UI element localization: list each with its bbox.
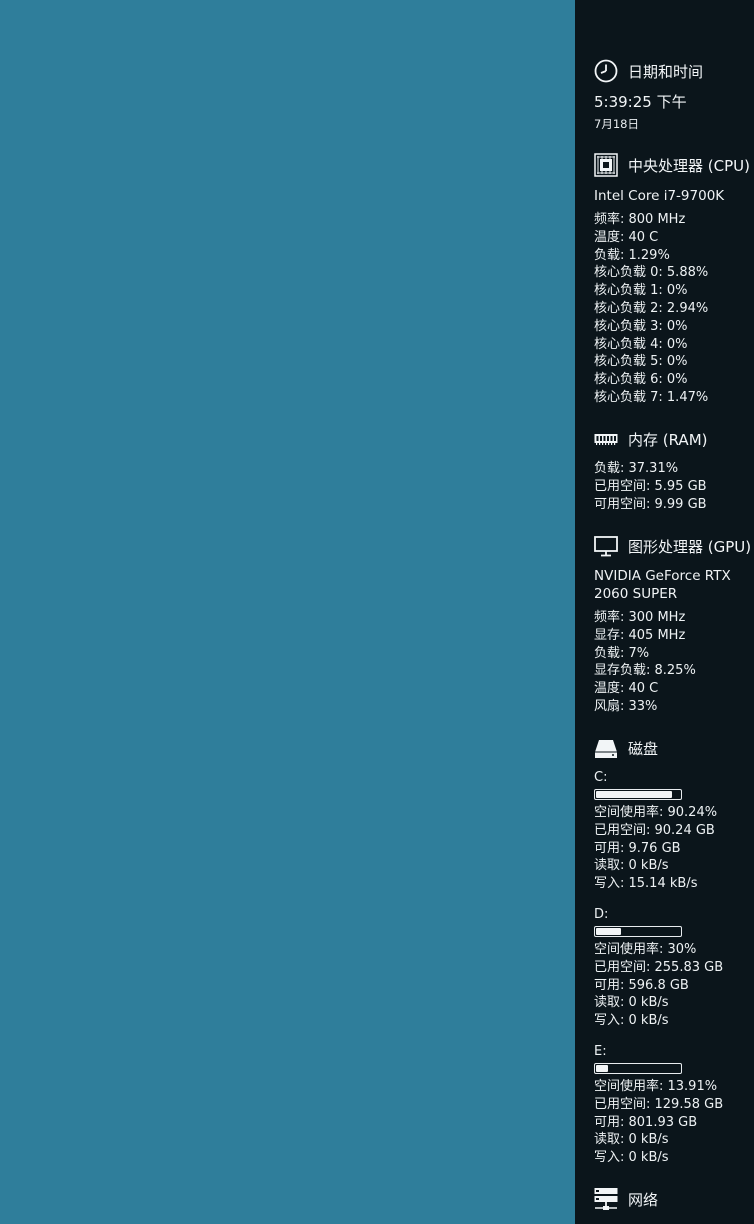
cpu-chip-icon	[594, 152, 620, 178]
cpu-stat-line: 核心负载 4: 0%	[594, 336, 688, 352]
gpu-stat-line: 负载: 7%	[594, 645, 650, 661]
drive-usage-bar-fill	[596, 927, 621, 935]
cpu-title: 中央处理器 (CPU)	[628, 156, 750, 175]
drive-stat-line: 已用空间: 129.58 GB	[594, 1096, 724, 1112]
cpu-section: 中央处理器 (CPU) Intel Core i7-9700K 频率: 800 …	[594, 152, 754, 407]
gpu-stat-line: 风扇: 33%	[594, 698, 658, 714]
drive-usage-bar	[594, 1062, 682, 1074]
network-header[interactable]: 网络	[594, 1186, 754, 1212]
drive-label: D:	[594, 906, 609, 922]
hard-drive-icon	[594, 735, 620, 761]
drive-stat-line: 可用: 596.8 GB	[594, 977, 689, 993]
gpu-stat-line: 显存: 405 MHz	[594, 627, 686, 643]
drive-label: C:	[594, 770, 608, 785]
cpu-stat-line: 核心负载 7: 1.47%	[594, 389, 709, 405]
drive-usage-bar-fill	[596, 791, 672, 798]
gpu-header[interactable]: 图形处理器 (GPU)	[594, 533, 754, 559]
memory-module-icon	[594, 426, 620, 452]
gpu-section: 图形处理器 (GPU) NVIDIA GeForce RTX 2060 SUPE…	[594, 533, 754, 716]
cpu-stat-line: 核心负载 3: 0%	[594, 318, 688, 334]
gpu-title: 图形处理器 (GPU)	[628, 537, 752, 556]
drive-stat-line: 读取: 0 kB/s	[594, 1132, 669, 1148]
gpu-stats: 频率: 300 MHz 显存: 405 MHz 负载: 7% 显存负载: 8.25% 温…	[594, 609, 754, 716]
drive-item: C: 空间使用率: 90.24% 已用空间: 90.24 GB 可用: 9.76 GB…	[594, 769, 754, 893]
drive-stat-line: 已用空间: 90.24 GB	[594, 822, 715, 838]
ram-section: 内存 (RAM) 负载: 37.31% 已用空间: 5.95 GB 可用空间: 9.…	[594, 426, 754, 513]
drive-label: E:	[594, 1043, 607, 1059]
cpu-stat-line: 核心负载 6: 0%	[594, 372, 688, 388]
network-title: 网络	[628, 1190, 659, 1209]
cpu-stat-line: 频率: 800 MHz	[594, 212, 686, 227]
drive-stat-line: 写入: 0 kB/s	[594, 1150, 669, 1166]
drive-stat-line: 写入: 0 kB/s	[594, 1013, 669, 1029]
ram-stats: 负载: 37.31% 已用空间: 5.95 GB 可用空间: 9.99 GB	[594, 460, 754, 513]
cpu-stat-line: 核心负载 0: 5.88%	[594, 265, 709, 281]
clock-icon	[594, 58, 620, 84]
cpu-stat-line: 核心负载 2: 2.94%	[594, 300, 709, 316]
current-date: 7月18日	[594, 117, 639, 131]
drive-item: E: 空间使用率: 13.91% 已用空间: 129.58 GB 可用: 801.93…	[594, 1043, 754, 1167]
drive-stat-line: 可用: 9.76 GB	[594, 840, 681, 856]
drive-stat-line: 空间使用率: 30%	[594, 941, 697, 957]
disk-section: 磁盘 C: 空间使用率: 90.24% 已用空间: 90.24 GB 可用: 9.76…	[594, 735, 754, 1180]
cpu-stat-line: 温度: 40 C	[594, 229, 659, 245]
ram-title: 内存 (RAM)	[628, 430, 708, 449]
drive-stat-line: 已用空间: 255.83 GB	[594, 959, 724, 975]
gpu-stat-line: 频率: 300 MHz	[594, 610, 686, 625]
network-server-icon	[594, 1186, 620, 1212]
cpu-header[interactable]: 中央处理器 (CPU)	[594, 152, 754, 178]
ram-stat-line: 可用空间: 9.99 GB	[594, 496, 707, 512]
gpu-stat-line: 显存负载: 8.25%	[594, 663, 696, 679]
desktop-background	[0, 0, 575, 1224]
datetime-header[interactable]: 日期和时间	[594, 58, 754, 84]
disk-title: 磁盘	[628, 739, 659, 758]
current-time: 5:39:25 下午	[594, 93, 687, 111]
cpu-stat-line: 核心负载 5: 0%	[594, 354, 688, 370]
monitor-icon	[594, 533, 620, 559]
system-monitor-sidebar: 日期和时间 5:39:25 下午 7月18日 中央处理器 (CPU) Intel…	[575, 0, 754, 1224]
network-section: 网络	[594, 1186, 754, 1212]
drive-stat-line: 可用: 801.93 GB	[594, 1114, 698, 1130]
drive-stat-line: 空间使用率: 13.91%	[594, 1078, 718, 1094]
drive-stat-line: 空间使用率: 90.24%	[594, 805, 718, 820]
disk-header[interactable]: 磁盘	[594, 735, 754, 761]
gpu-stat-line: 温度: 40 C	[594, 681, 659, 697]
drive-usage-bar	[594, 925, 682, 937]
datetime-section: 日期和时间 5:39:25 下午 7月18日	[594, 58, 754, 132]
drive-stat-line: 读取: 0 kB/s	[594, 858, 669, 874]
ram-header[interactable]: 内存 (RAM)	[594, 426, 754, 452]
gpu-model: NVIDIA GeForce RTX 2060 SUPER	[594, 568, 731, 602]
drive-list: C: 空间使用率: 90.24% 已用空间: 90.24 GB 可用: 9.76 GB…	[594, 769, 754, 1167]
drive-usage-bar-fill	[596, 1064, 608, 1072]
datetime-title: 日期和时间	[628, 62, 704, 81]
ram-stat-line: 已用空间: 5.95 GB	[594, 478, 707, 494]
drive-stat-line: 写入: 15.14 kB/s	[594, 876, 698, 892]
drive-stat-line: 读取: 0 kB/s	[594, 995, 669, 1011]
cpu-stat-line: 负载: 1.29%	[594, 247, 670, 263]
drive-usage-bar	[594, 789, 682, 800]
ram-stat-line: 负载: 37.31%	[594, 461, 679, 476]
drive-item: D: 空间使用率: 30% 已用空间: 255.83 GB 可用: 596.8 GB 读…	[594, 906, 754, 1030]
cpu-stats: 频率: 800 MHz 温度: 40 C 负载: 1.29% 核心负载 0: 5.88…	[594, 211, 754, 407]
cpu-stat-line: 核心负载 1: 0%	[594, 283, 688, 299]
cpu-model: Intel Core i7-9700K	[594, 188, 725, 204]
